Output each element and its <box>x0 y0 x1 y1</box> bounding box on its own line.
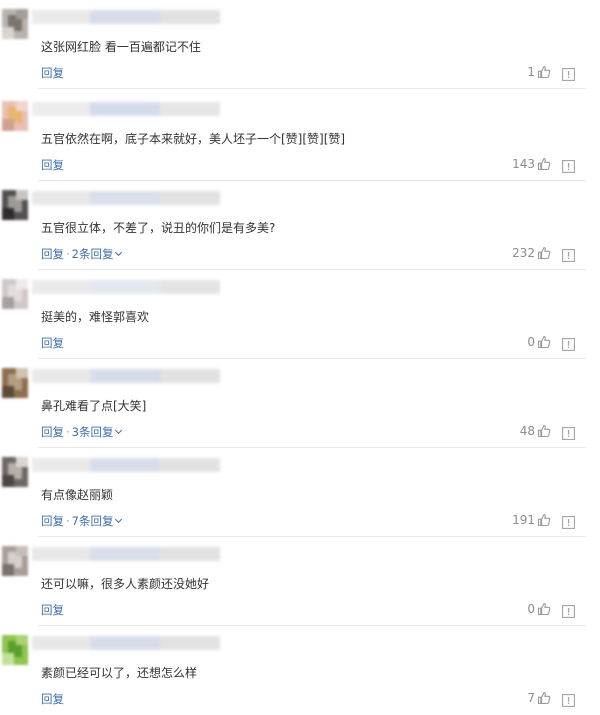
reply-link[interactable]: 回复 · 3条回复 <box>41 424 123 440</box>
comment-item: 鼻孔难看了点[大笑] 回复 · 3条回复 48 <box>0 359 600 448</box>
comment-text: 鼻孔难看了点[大笑] <box>41 399 147 413</box>
reply-label[interactable]: 回复 <box>41 247 64 261</box>
avatar[interactable] <box>2 368 28 398</box>
reply-link[interactable]: 回复 <box>41 157 64 173</box>
like-button[interactable]: 191 <box>512 512 551 528</box>
thumbs-up-icon[interactable] <box>537 513 551 527</box>
like-count: 143 <box>512 157 535 171</box>
like-count: 48 <box>519 424 535 438</box>
like-count: 191 <box>512 513 535 527</box>
avatar[interactable] <box>2 635 28 665</box>
thumbs-up-icon[interactable] <box>537 335 551 349</box>
avatar[interactable] <box>2 279 28 309</box>
view-replies-link[interactable]: 3条回复 <box>72 425 114 439</box>
username-blurred[interactable] <box>32 191 222 205</box>
like-button[interactable]: 7 <box>527 690 551 706</box>
username-blurred[interactable] <box>32 280 222 294</box>
report-icon[interactable] <box>562 66 575 81</box>
report-icon[interactable] <box>562 692 575 707</box>
comment-text: 有点像赵丽颖 <box>41 488 114 502</box>
username-blurred[interactable] <box>32 102 222 116</box>
comment-item: 素颜已经可以了，还想怎么样 回复 7 <box>0 626 600 715</box>
thumbs-up-icon[interactable] <box>537 602 551 616</box>
reply-label[interactable]: 回复 <box>41 425 64 439</box>
username-blurred[interactable] <box>32 10 222 24</box>
report-icon[interactable] <box>562 158 575 173</box>
like-button[interactable]: 143 <box>512 156 551 172</box>
reply-label[interactable]: 回复 <box>41 514 64 528</box>
separator-dot: · <box>66 247 70 261</box>
reply-link[interactable]: 回复 · 7条回复 <box>41 513 123 529</box>
comment-item: 有点像赵丽颖 回复 · 7条回复 191 <box>0 448 600 537</box>
reply-label[interactable]: 回复 <box>41 692 64 706</box>
divider <box>38 88 586 89</box>
report-icon[interactable] <box>562 247 575 262</box>
thumbs-up-icon[interactable] <box>537 424 551 438</box>
avatar[interactable] <box>2 9 28 39</box>
reply-link[interactable]: 回复 <box>41 335 64 351</box>
comment-item: 五官依然在啊，底子本来就好，美人坯子一个[赞][赞][赞] 回复 143 <box>0 92 600 181</box>
like-count: 0 <box>527 335 535 349</box>
thumbs-up-icon[interactable] <box>537 157 551 171</box>
reply-link[interactable]: 回复 <box>41 65 64 81</box>
like-count: 232 <box>512 246 535 260</box>
chevron-down-icon[interactable] <box>115 248 123 257</box>
like-button[interactable]: 0 <box>527 601 551 617</box>
like-count: 1 <box>527 65 535 79</box>
report-icon[interactable] <box>562 425 575 440</box>
comment-text: 五官很立体，不差了，说丑的你们是有多美? <box>41 221 276 235</box>
chevron-down-icon[interactable] <box>115 515 123 524</box>
username-blurred[interactable] <box>32 369 222 383</box>
view-replies-link[interactable]: 7条回复 <box>72 514 114 528</box>
like-button[interactable]: 48 <box>520 423 551 439</box>
avatar[interactable] <box>2 546 28 576</box>
reply-label[interactable]: 回复 <box>41 66 64 80</box>
separator-dot: · <box>66 425 70 439</box>
comment-item: 挺美的，难怪郭喜欢 回复 0 <box>0 270 600 359</box>
comment-text: 五官依然在啊，底子本来就好，美人坯子一个[赞][赞][赞] <box>41 132 346 146</box>
reply-label[interactable]: 回复 <box>41 603 64 617</box>
report-icon[interactable] <box>562 336 575 351</box>
comment-item: 这张网红脸 看一百遍都记不住 回复 1 <box>0 0 600 89</box>
reply-link[interactable]: 回复 <box>41 691 64 707</box>
comment-text: 这张网红脸 看一百遍都记不住 <box>41 40 201 54</box>
username-blurred[interactable] <box>32 458 222 472</box>
username-blurred[interactable] <box>32 547 222 561</box>
comment-text: 还可以嘛，很多人素颜还没她好 <box>41 577 210 591</box>
reply-link[interactable]: 回复 · 2条回复 <box>41 246 123 262</box>
reply-link[interactable]: 回复 <box>41 602 64 618</box>
username-blurred[interactable] <box>32 636 222 650</box>
report-icon[interactable] <box>562 603 575 618</box>
comment-text: 挺美的，难怪郭喜欢 <box>41 310 150 324</box>
chevron-down-icon[interactable] <box>115 426 123 435</box>
report-icon[interactable] <box>562 514 575 529</box>
view-replies-link[interactable]: 2条回复 <box>72 247 114 261</box>
like-count: 0 <box>527 602 535 616</box>
thumbs-up-icon[interactable] <box>537 65 551 79</box>
like-button[interactable]: 1 <box>527 64 551 80</box>
reply-label[interactable]: 回复 <box>41 336 64 350</box>
separator-dot: · <box>66 514 70 528</box>
comment-item: 五官很立体，不差了，说丑的你们是有多美? 回复 · 2条回复 232 <box>0 181 600 270</box>
thumbs-up-icon[interactable] <box>537 246 551 260</box>
avatar[interactable] <box>2 190 28 220</box>
like-button[interactable]: 232 <box>512 245 551 261</box>
reply-label[interactable]: 回复 <box>41 158 64 172</box>
comment-item: 还可以嘛，很多人素颜还没她好 回复 0 <box>0 537 600 626</box>
avatar[interactable] <box>2 457 28 487</box>
comment-text: 素颜已经可以了，还想怎么样 <box>41 666 198 680</box>
like-button[interactable]: 0 <box>527 334 551 350</box>
avatar[interactable] <box>2 101 28 131</box>
